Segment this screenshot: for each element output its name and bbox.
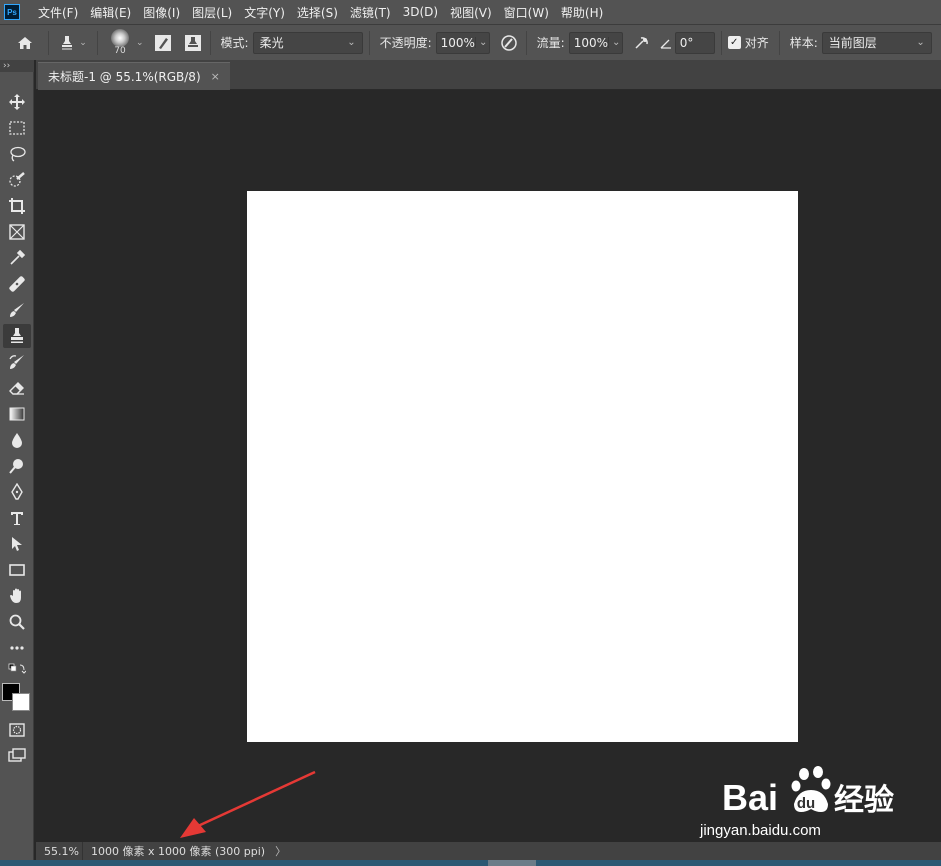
zoom-tool-icon[interactable] [3,610,31,634]
angle-field[interactable]: 0° [674,31,715,54]
options-bar: ⌄ 70 ⌄ 模式: 柔光 ⌄ 不透明度: 100% ⌄ 流量: 100% ⌄ … [0,24,941,60]
toolbar-collapse[interactable]: ›› [0,60,34,72]
document-canvas[interactable] [247,191,798,742]
clone-source-icon[interactable] [182,32,204,54]
brush-settings-icon[interactable] [152,32,174,54]
aligned-checkbox[interactable]: ✓ [727,36,741,49]
eyedropper-tool-icon[interactable] [3,246,31,270]
taskbar-item [488,860,536,866]
flow-field[interactable]: 100% ⌄ [568,31,623,54]
photoshop-logo-icon[interactable]: Ps [4,4,20,20]
quick-mask-icon[interactable] [3,718,31,742]
document-tab-title: 未标题-1 @ 55.1%(RGB/8) [48,70,201,84]
chevron-down-icon: ⌄ [608,37,620,48]
swap-colors-icon[interactable] [3,660,31,678]
opacity-value: 100% [440,35,475,50]
status-bar: 55.1% 1000 像素 x 1000 像素 (300 ppi) 〉 [36,842,941,860]
aligned-label: 对齐 [744,36,769,50]
sample-select[interactable]: 当前图层 ⌄ [821,31,932,54]
type-tool-icon[interactable] [3,506,31,530]
chevron-down-icon: ⌄ [347,37,356,48]
watermark-url: jingyan.baidu.com [700,822,821,839]
screen-mode-icon[interactable] [3,744,31,768]
menu-edit[interactable]: 编辑(E) [84,4,137,21]
taskbar-strip [0,860,941,866]
tool-preset-picker[interactable]: ⌄ [55,32,91,54]
clone-stamp-icon [62,35,73,49]
rectangle-tool-icon[interactable] [3,558,31,582]
zoom-level[interactable]: 55.1% [36,845,82,858]
clone-stamp-tool-icon[interactable] [3,324,31,348]
tools-panel [0,72,34,866]
menu-window[interactable]: 窗口(W) [498,4,555,21]
menu-select[interactable]: 选择(S) [291,4,344,21]
brush-tip-icon [111,29,129,47]
menu-filter[interactable]: 滤镜(T) [344,4,397,21]
divider [778,30,780,55]
frame-tool-icon[interactable] [3,220,31,244]
angle-icon [659,32,673,54]
history-brush-tool-icon[interactable] [3,350,31,374]
pressure-opacity-icon[interactable] [498,32,520,54]
document-tab-bar: 未标题-1 @ 55.1%(RGB/8) × [36,60,941,90]
dodge-tool-icon[interactable] [3,454,31,478]
mode-select[interactable]: 柔光 ⌄ [252,31,363,54]
chevron-down-icon[interactable]: ⌄ [136,38,144,48]
status-menu-icon[interactable]: 〉 [275,843,286,859]
brush-preset-picker[interactable]: 70 [108,29,132,56]
mode-label: 模式: [220,36,249,50]
background-color-swatch[interactable] [12,693,30,711]
marquee-tool-icon[interactable] [3,116,31,140]
angle-value: 0° [679,35,694,50]
brush-size: 70 [114,46,126,56]
healing-brush-tool-icon[interactable] [3,272,31,296]
menu-bar: Ps 文件(F) 编辑(E) 图像(I) 图层(L) 文字(Y) 选择(S) 滤… [0,0,941,24]
quick-selection-tool-icon[interactable] [3,168,31,192]
watermark-brand-left: Bai [722,777,778,818]
document-tab[interactable]: 未标题-1 @ 55.1%(RGB/8) × [38,62,230,90]
pen-tool-icon[interactable] [3,480,31,504]
menu-file[interactable]: 文件(F) [32,4,84,21]
airbrush-icon[interactable] [631,32,653,54]
mode-value: 柔光 [259,36,284,50]
flow-label: 流量: [536,36,565,50]
svg-text:du: du [797,795,815,812]
eraser-tool-icon[interactable] [3,376,31,400]
chevron-down-icon: ⌄ [79,37,87,48]
brush-tool-icon[interactable] [3,298,31,322]
divider [97,30,98,55]
annotation-arrow [180,770,316,838]
divider [368,30,370,55]
lasso-tool-icon[interactable] [3,142,31,166]
gradient-tool-icon[interactable] [3,402,31,426]
sample-value: 当前图层 [828,36,877,50]
move-tool-icon[interactable] [3,90,31,114]
divider [525,30,527,55]
chevron-down-icon: ⌄ [474,37,487,48]
sample-label: 样本: [789,36,818,50]
menu-3d[interactable]: 3D(D) [397,5,444,19]
divider [209,30,211,55]
home-icon[interactable] [14,32,36,54]
document-info: 1000 像素 x 1000 像素 (300 ppi) [82,842,265,860]
hand-tool-icon[interactable] [3,584,31,608]
menu-type[interactable]: 文字(Y) [238,4,291,21]
divider [48,30,49,55]
crop-tool-icon[interactable] [3,194,31,218]
blur-tool-icon[interactable] [3,428,31,452]
menu-help[interactable]: 帮助(H) [555,4,609,21]
menu-image[interactable]: 图像(I) [137,4,186,21]
flow-value: 100% [573,35,608,50]
watermark-brand-right: 经验 [834,783,894,818]
menu-layer[interactable]: 图层(L) [186,4,238,21]
opacity-field[interactable]: 100% ⌄ [435,31,490,54]
chevron-down-icon: ⌄ [916,37,925,48]
divider [720,30,722,55]
menu-view[interactable]: 视图(V) [444,4,498,21]
opacity-label: 不透明度: [379,36,432,50]
more-tools-icon[interactable] [3,636,31,660]
close-icon[interactable]: × [211,70,220,83]
path-selection-tool-icon[interactable] [3,532,31,556]
